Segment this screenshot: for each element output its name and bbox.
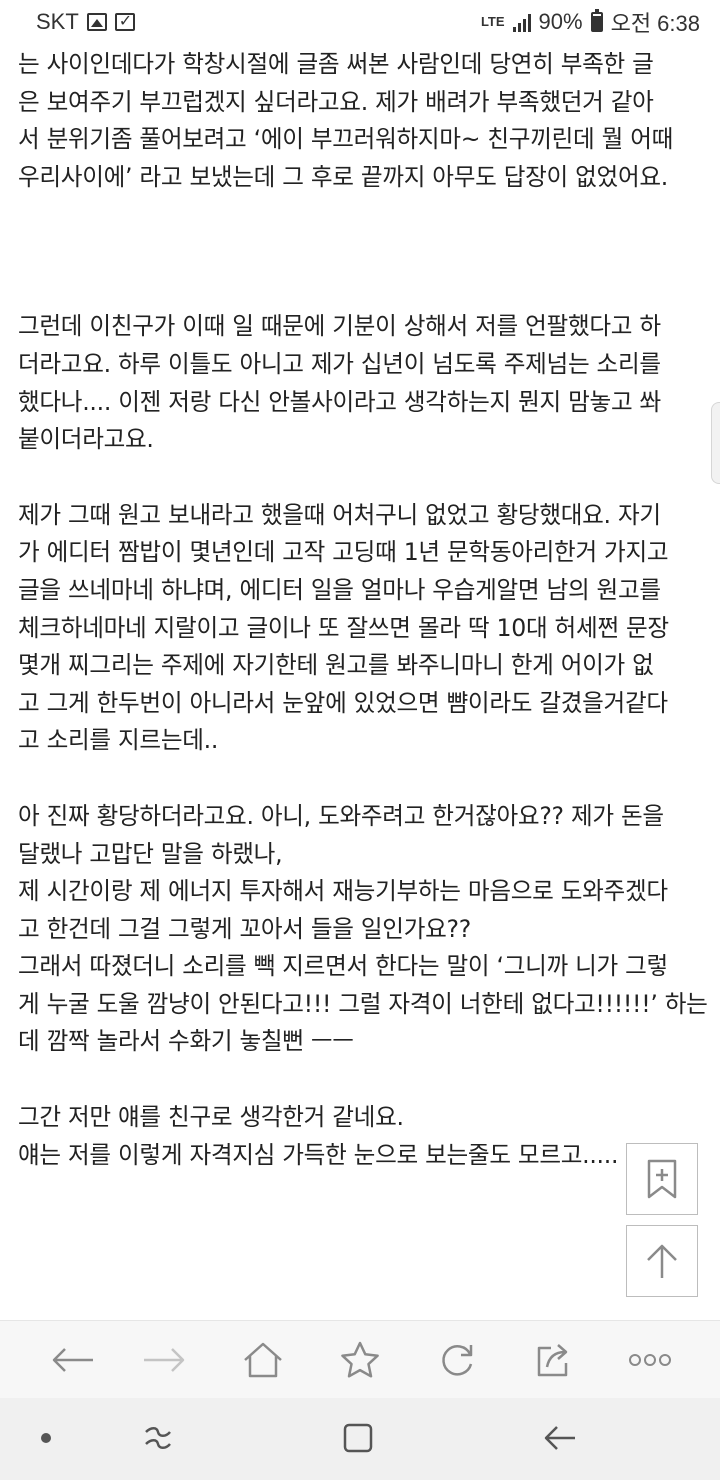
more-dots-icon	[629, 1354, 671, 1366]
text-line: 그래서 따졌더니 소리를 빽 지르면서 한다는 말이 ‘그니까 니가 그렇	[18, 952, 668, 981]
paragraph-3: 제가 그때 원고 보내라고 했을때 어처구니 없었고 황당했대요. 자기 가 에…	[18, 497, 700, 760]
text-line: 데 깜짝 놀라서 수화기 놓칠뻔 ㅡㅡ	[18, 1027, 354, 1056]
back-button[interactable]	[51, 1338, 95, 1382]
checklist-notification-icon	[114, 11, 135, 31]
text-line: 고 소리를 지르는데..	[18, 726, 219, 755]
carrier-label: SKT	[36, 9, 79, 34]
text-line: 더라고요. 하루 이틀도 아니고 제가 십년이 넘도록 주제넘는 소리를	[18, 349, 661, 378]
paragraph-1: 는 사이인데다가 학창시절에 글좀 써본 사람인데 당연히 부족한 글 은 보여…	[18, 46, 700, 196]
browser-toolbar	[0, 1320, 720, 1399]
recent-apps-button[interactable]	[136, 1416, 180, 1460]
clock: 오전 6:38	[610, 11, 700, 36]
system-navigation-bar	[0, 1398, 720, 1480]
bookmarks-button[interactable]	[338, 1338, 382, 1382]
image-notification-icon	[86, 13, 107, 31]
text-line: 글을 쓰네마네 하냐며, 에디터 일을 얼마나 우습게알면 남의 원고를	[18, 575, 661, 604]
recent-apps-icon	[145, 1427, 171, 1449]
text-line: 체크하네마네 지랄이고 글이나 또 잘쓰면 몰라 딱 10대 허세쩐 문장	[18, 613, 669, 642]
text-line: 몇개 찌그리는 주제에 자기한테 원고를 봐주니마니 한게 어이가 없	[18, 651, 654, 680]
add-bookmark-button[interactable]	[626, 1143, 698, 1215]
signal-icon	[512, 12, 531, 32]
refresh-icon	[442, 1345, 473, 1376]
paragraph-5: 그간 저만 얘를 친구로 생각한거 같네요. 얘는 저를 이렇게 자격지심 가득…	[18, 1099, 700, 1174]
article-content: 는 사이인데다가 학창시절에 글좀 써본 사람인데 당연히 부족한 글 은 보여…	[0, 44, 720, 1320]
text-line: 우리사이에’ 라고 보냈는데 그 후로 끝까지 아무도 답장이 없었어요.	[18, 162, 668, 191]
nav-home-button[interactable]	[336, 1416, 380, 1460]
more-options-button[interactable]	[628, 1338, 672, 1382]
arrow-up-icon	[647, 1244, 677, 1278]
bookmark-add-icon	[647, 1159, 677, 1199]
text-line: 달랬나 고맙단 말을 하랬나,	[18, 839, 283, 868]
text-line: 그런데 이친구가 이때 일 때문에 기분이 상해서 저를 언팔했다고 하	[18, 312, 661, 341]
paragraph-2: 그런데 이친구가 이때 일 때문에 기분이 상해서 저를 언팔했다고 하 더라고…	[18, 308, 700, 458]
nav-back-button[interactable]	[538, 1416, 582, 1460]
text-line: 게 누굴 도울 깜냥이 안된다고!!! 그럴 자격이 너한테 없다고!!!!!!…	[18, 989, 708, 1018]
nav-dot-icon	[41, 1433, 51, 1443]
share-button[interactable]	[531, 1338, 575, 1382]
nav-back-icon	[544, 1426, 575, 1450]
arrow-left-icon	[52, 1348, 93, 1372]
text-line: 고 한건데 그걸 그렇게 꼬아서 들을 일인가요??	[18, 914, 471, 943]
text-line: 했다나.... 이젠 저랑 다신 안볼사이라고 생각하는지 뭔지 맘놓고 쏴	[18, 387, 661, 416]
text-line: 서 분위기좀 풀어보려고 ‘에이 부끄러워하지마~ 친구끼린데 뭘 어때	[18, 125, 674, 154]
text-line: 붙이더라고요.	[18, 425, 154, 454]
text-line: 제가 그때 원고 보내라고 했을때 어처구니 없었고 황당했대요. 자기	[18, 500, 661, 529]
battery-icon	[590, 9, 603, 32]
refresh-button[interactable]	[435, 1338, 479, 1382]
home-button[interactable]	[241, 1338, 285, 1382]
status-left: SKT	[36, 9, 135, 35]
network-type-label: LTE	[480, 14, 505, 29]
arrow-right-icon	[144, 1348, 185, 1372]
text-line: 그간 저만 얘를 친구로 생각한거 같네요.	[18, 1103, 404, 1132]
share-icon	[537, 1344, 568, 1377]
star-icon	[341, 1341, 379, 1378]
paragraph-4: 아 진짜 황당하더라고요. 아니, 도와주려고 한거잖아요?? 제가 돈을 달랬…	[18, 798, 708, 1061]
scroll-to-top-button[interactable]	[626, 1225, 698, 1297]
status-right: LTE 90% 오전 6:38	[481, 6, 700, 38]
text-line: 은 보여주기 부끄럽겠지 싶더라고요. 제가 배려가 부족했던거 같아	[18, 87, 654, 116]
home-icon	[244, 1342, 282, 1378]
scroll-handle[interactable]	[711, 402, 720, 484]
text-line: 는 사이인데다가 학창시절에 글좀 써본 사람인데 당연히 부족한 글	[18, 50, 654, 78]
text-line: 고 그게 한두번이 아니라서 눈앞에 있었으면 뺨이라도 갈겼을거같다	[18, 688, 668, 717]
text-line: 가 에디터 짬밥이 몇년인데 고작 고딩때 1년 문학동아리한거 가지고	[18, 538, 669, 567]
text-line: 얘는 저를 이렇게 자격지심 가득한 눈으로 보는줄도 모르고.....	[18, 1140, 619, 1169]
forward-button[interactable]	[142, 1338, 186, 1382]
status-bar: SKT LTE 90% 오전 6:38	[0, 0, 720, 44]
battery-percent: 90%	[538, 9, 583, 34]
text-line: 제 시간이랑 제 에너지 투자해서 재능기부하는 마음으로 도와주겠다	[18, 877, 668, 906]
nav-dot	[24, 1416, 68, 1460]
nav-home-icon	[343, 1423, 373, 1453]
text-line: 아 진짜 황당하더라고요. 아니, 도와주려고 한거잖아요?? 제가 돈을	[18, 801, 664, 830]
